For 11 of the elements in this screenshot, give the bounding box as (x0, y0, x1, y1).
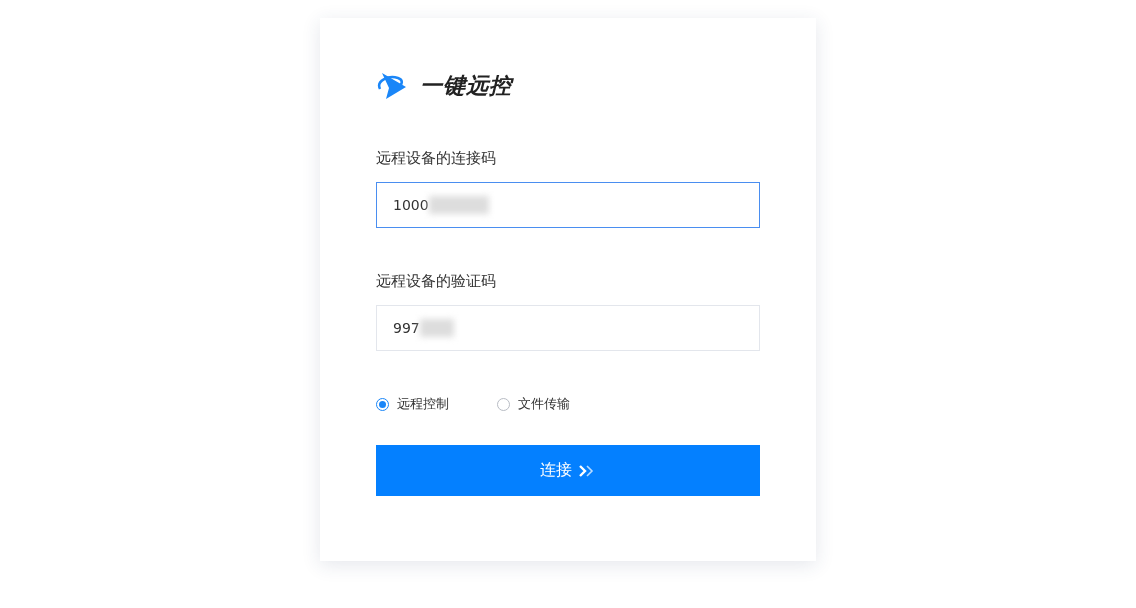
radio-option[interactable]: 远程控制 (376, 395, 449, 413)
radio-label: 文件传输 (518, 395, 570, 413)
radio-option[interactable]: 文件传输 (497, 395, 570, 413)
connect-button[interactable]: 连接 (376, 445, 760, 496)
field-label: 远程设备的验证码 (376, 272, 497, 291)
input-field[interactable]: 997 (376, 305, 760, 351)
radio-label: 远程控制 (397, 395, 449, 413)
input-field[interactable]: 1000 (376, 182, 760, 228)
field-label: 远程设备的连接码 (376, 149, 497, 168)
brand-name: 一键远控 (420, 72, 512, 100)
double-chevron-icon (578, 463, 596, 478)
